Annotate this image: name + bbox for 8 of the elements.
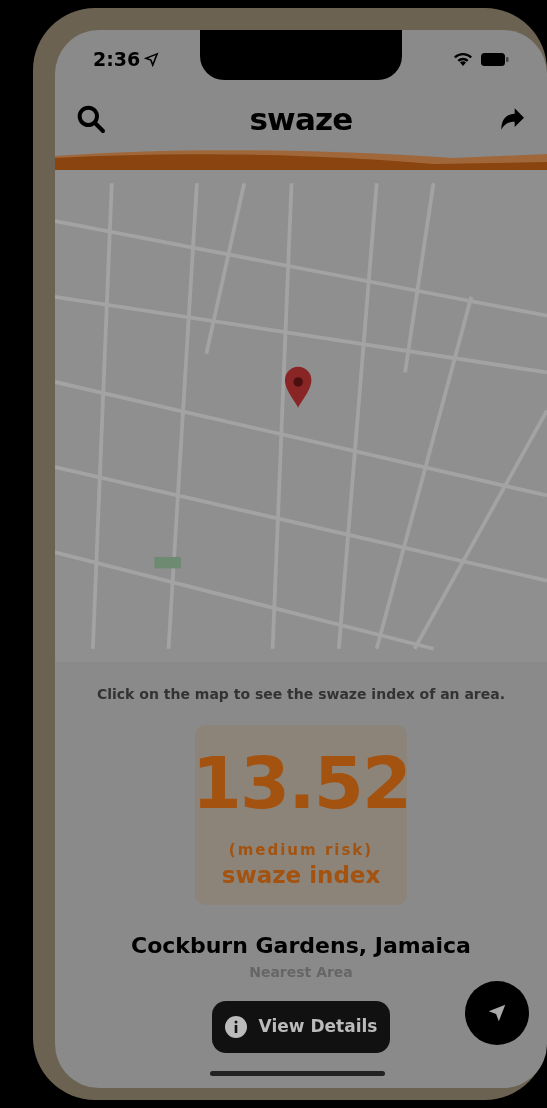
location-name: Cockburn Gardens, Jamaica — [131, 932, 471, 960]
score-label: swaze index — [221, 861, 381, 888]
view-details-button[interactable]: View Details — [212, 1001, 390, 1053]
risk-level: (medium risk) — [228, 840, 374, 861]
map-hint: Click on the map to see the swaze index of an area. — [95, 685, 507, 704]
score-value: 13.52 — [191, 743, 411, 823]
app-title: swaze — [249, 99, 353, 139]
status-time: 2:36 — [93, 46, 141, 72]
